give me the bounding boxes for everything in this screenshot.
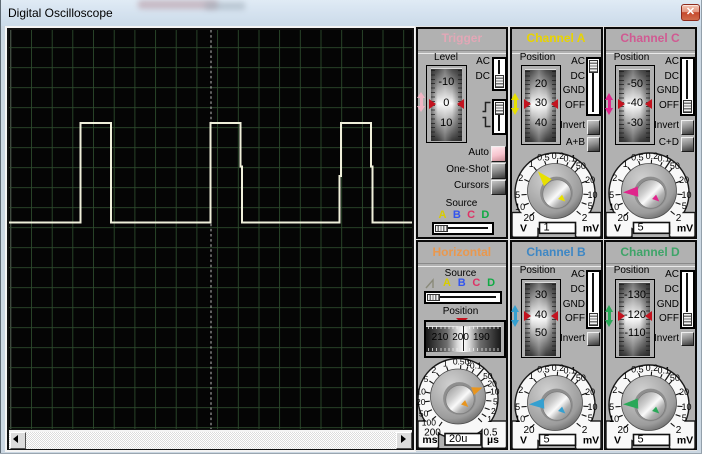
svg-text:5: 5 [423, 374, 428, 384]
svg-text:10: 10 [515, 413, 525, 423]
svg-text:5: 5 [681, 412, 686, 422]
svg-text:10: 10 [681, 401, 691, 411]
svg-text:50: 50 [575, 373, 585, 383]
svg-text:0.5: 0.5 [537, 364, 550, 374]
svg-text:20: 20 [585, 175, 595, 185]
svg-text:1: 1 [528, 371, 533, 381]
svg-text:µs: µs [487, 434, 499, 446]
svg-text:mV: mV [582, 434, 598, 446]
svg-text:0.5: 0.5 [631, 364, 644, 374]
svg-text:50: 50 [575, 161, 585, 171]
svg-text:50: 50 [669, 161, 679, 171]
svg-text:1: 1 [622, 159, 627, 169]
svg-text:1: 1 [528, 159, 533, 169]
svg-text:2: 2 [612, 173, 617, 183]
svg-text:5: 5 [681, 200, 686, 210]
svg-text:0.2: 0.2 [551, 362, 564, 372]
svg-text:0.2: 0.2 [551, 150, 564, 160]
svg-text:5: 5 [515, 190, 520, 200]
svg-text:1: 1 [543, 221, 549, 233]
svg-text:100: 100 [421, 417, 435, 427]
svg-text:1: 1 [442, 358, 447, 368]
svg-text:5: 5 [493, 396, 498, 406]
svg-text:5: 5 [637, 433, 643, 445]
svg-text:0.5: 0.5 [537, 152, 550, 162]
svg-text:1: 1 [622, 371, 627, 381]
svg-text:ms: ms [422, 434, 437, 446]
svg-text:0.1: 0.1 [657, 153, 670, 163]
svg-text:20: 20 [585, 387, 595, 397]
svg-text:10: 10 [681, 189, 691, 199]
svg-text:5: 5 [515, 402, 520, 412]
svg-text:10: 10 [587, 189, 597, 199]
svg-text:mV: mV [676, 222, 692, 234]
svg-text:0.1: 0.1 [469, 361, 481, 371]
svg-text:2: 2 [518, 385, 523, 395]
svg-text:V: V [519, 222, 526, 234]
svg-text:5: 5 [543, 433, 549, 445]
svg-text:mV: mV [676, 434, 692, 446]
svg-text:0.2: 0.2 [645, 362, 658, 372]
svg-text:2: 2 [612, 385, 617, 395]
svg-text:V: V [613, 222, 620, 234]
svg-text:10: 10 [490, 387, 500, 397]
svg-text:mV: mV [582, 222, 598, 234]
svg-text:2: 2 [431, 365, 436, 375]
svg-text:0.1: 0.1 [657, 365, 670, 375]
svg-text:2: 2 [518, 173, 523, 183]
svg-text:20u: 20u [449, 433, 467, 445]
svg-text:20: 20 [416, 397, 426, 407]
svg-text:5: 5 [609, 402, 614, 412]
svg-text:10: 10 [587, 401, 597, 411]
svg-text:10: 10 [609, 413, 619, 423]
svg-text:5: 5 [587, 412, 592, 422]
svg-text:50: 50 [669, 373, 679, 383]
svg-text:0.1: 0.1 [563, 153, 576, 163]
svg-text:50: 50 [418, 409, 428, 419]
svg-text:10: 10 [609, 201, 619, 211]
svg-text:5: 5 [587, 200, 592, 210]
svg-text:V: V [519, 434, 526, 446]
svg-text:5: 5 [609, 190, 614, 200]
svg-text:V: V [613, 434, 620, 446]
svg-text:5: 5 [637, 221, 643, 233]
svg-text:1: 1 [487, 414, 492, 424]
svg-text:0.2: 0.2 [645, 150, 658, 160]
svg-text:10: 10 [515, 201, 525, 211]
svg-text:20: 20 [679, 387, 689, 397]
svg-text:0.5: 0.5 [631, 152, 644, 162]
svg-text:20: 20 [679, 175, 689, 185]
svg-text:10: 10 [416, 387, 426, 397]
svg-text:0.1: 0.1 [563, 365, 576, 375]
